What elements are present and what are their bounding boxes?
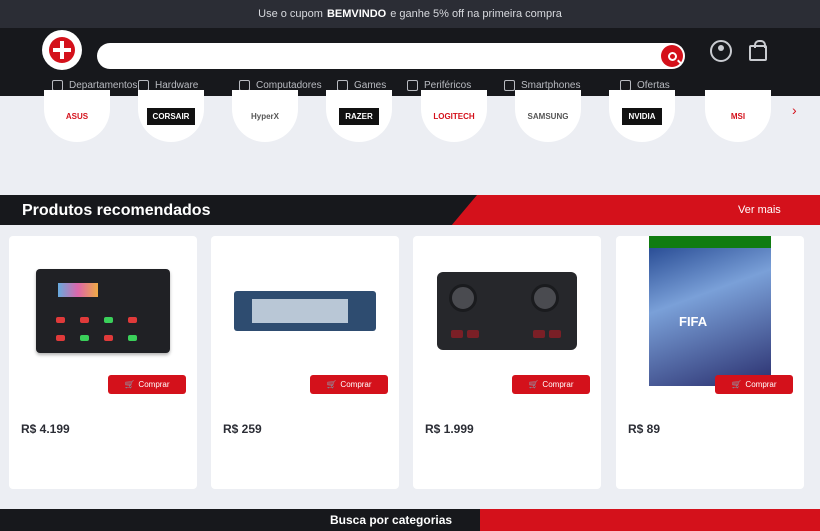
pedalboard-image xyxy=(36,269,170,353)
product-card[interactable]: 🛒 Comprar R$ 259 xyxy=(211,236,399,489)
cart-icon: 🛒 xyxy=(731,380,742,389)
brand-label: CORSAIR xyxy=(146,107,196,125)
product-image[interactable] xyxy=(211,236,399,386)
product-card[interactable]: FIFA 🛒 Comprar R$ 89 xyxy=(616,236,804,489)
section-header: Produtos recomendados Ver mais xyxy=(0,195,820,225)
see-more-link[interactable]: Ver mais xyxy=(738,204,781,216)
cart-icon xyxy=(749,40,767,61)
promo-code[interactable]: BEMVINDO xyxy=(327,8,386,20)
brand-label: SAMSUNG xyxy=(527,111,569,121)
buy-button[interactable]: 🛒 Comprar xyxy=(108,375,186,394)
brand-item[interactable]: MSI xyxy=(705,90,771,142)
buy-button[interactable]: 🛒 Comprar xyxy=(715,375,793,394)
product-image[interactable] xyxy=(413,236,601,386)
main-nav: Departamentos Hardware Computadores Game… xyxy=(0,75,820,95)
product-price: R$ 89 xyxy=(628,422,661,436)
promo-bar: Use o cupom BEMVINDO e ganhe 5% off na p… xyxy=(0,0,820,28)
buy-label: Comprar xyxy=(542,380,574,389)
promo-prefix: Use o cupom xyxy=(258,8,323,20)
computer-icon xyxy=(239,79,250,91)
menu-icon xyxy=(52,79,63,91)
brand-label: HyperX xyxy=(250,111,279,121)
brand-item[interactable]: RAZER xyxy=(326,90,392,142)
nav-label: Periféricos xyxy=(424,79,472,91)
buy-label: Comprar xyxy=(340,380,372,389)
store-logo[interactable] xyxy=(42,30,82,70)
buy-label: Comprar xyxy=(745,380,777,389)
user-icon xyxy=(710,40,732,62)
brand-item[interactable]: ASUS xyxy=(44,90,110,142)
cart-icon: 🛒 xyxy=(528,380,539,389)
promo-suffix: e ganhe 5% off na primeira compra xyxy=(390,8,562,20)
brand-item[interactable]: LOGITECH xyxy=(421,90,487,142)
search-box xyxy=(97,43,685,69)
phone-icon xyxy=(504,79,515,91)
brand-label: NVIDIA xyxy=(622,107,662,125)
product-list: 🛒 Comprar R$ 4.199 🛒 Comprar R$ 259 🛒 Compr… xyxy=(0,225,820,509)
section-title: Produtos recomendados xyxy=(22,202,211,219)
nav-label: Ofertas xyxy=(637,79,670,91)
buy-button[interactable]: 🛒 Comprar xyxy=(310,375,388,394)
nav-label: Games xyxy=(354,79,387,91)
buy-button[interactable]: 🛒 Comprar xyxy=(512,375,590,394)
chip-icon xyxy=(138,79,149,91)
cart-icon: 🛒 xyxy=(124,380,135,389)
nav-label: Departamentos xyxy=(69,79,138,91)
search-icon xyxy=(667,51,677,61)
tag-icon xyxy=(620,79,631,91)
brand-label: ASUS xyxy=(65,111,89,121)
brand-item[interactable]: NVIDIA xyxy=(609,90,675,142)
account-button[interactable] xyxy=(709,39,733,63)
search-button[interactable] xyxy=(661,45,683,67)
logo-icon xyxy=(49,37,75,63)
search-input[interactable] xyxy=(109,43,649,69)
product-price: R$ 4.199 xyxy=(21,422,70,436)
cart-button[interactable] xyxy=(746,39,770,63)
brand-item[interactable]: SAMSUNG xyxy=(515,90,581,142)
category-accent xyxy=(480,509,820,531)
brand-carousel: ASUS CORSAIR HyperX RAZER LOGITECH SAMSU… xyxy=(0,90,820,195)
product-image[interactable]: FIFA xyxy=(616,236,804,386)
cart-icon: 🛒 xyxy=(326,380,337,389)
brand-label: LOGITECH xyxy=(433,111,475,121)
category-bar: Busca por categorias xyxy=(0,509,820,531)
product-price: R$ 259 xyxy=(223,422,262,436)
product-price: R$ 1.999 xyxy=(425,422,474,436)
keyboard-icon xyxy=(407,79,418,91)
nav-label: Computadores xyxy=(256,79,322,91)
gamepad-icon xyxy=(337,79,348,91)
site-header: Departamentos Hardware Computadores Game… xyxy=(0,28,820,96)
product-card[interactable]: 🛒 Comprar R$ 1.999 xyxy=(413,236,601,489)
brand-label: MSI xyxy=(730,111,746,121)
chevron-right-icon[interactable]: › xyxy=(792,102,797,118)
product-card[interactable]: 🛒 Comprar R$ 4.199 xyxy=(9,236,197,489)
brand-item[interactable]: HyperX xyxy=(232,90,298,142)
product-image[interactable] xyxy=(9,236,197,386)
category-title: Busca por categorias xyxy=(330,513,453,527)
buy-label: Comprar xyxy=(138,380,170,389)
brand-item[interactable]: CORSAIR xyxy=(138,90,204,142)
nav-label: Smartphones xyxy=(521,79,581,91)
brand-label: RAZER xyxy=(339,107,379,125)
dj-controller-image xyxy=(437,272,577,350)
game-cover-image: FIFA xyxy=(649,236,771,386)
nav-label: Hardware xyxy=(155,79,199,91)
ssd-image xyxy=(234,291,376,331)
